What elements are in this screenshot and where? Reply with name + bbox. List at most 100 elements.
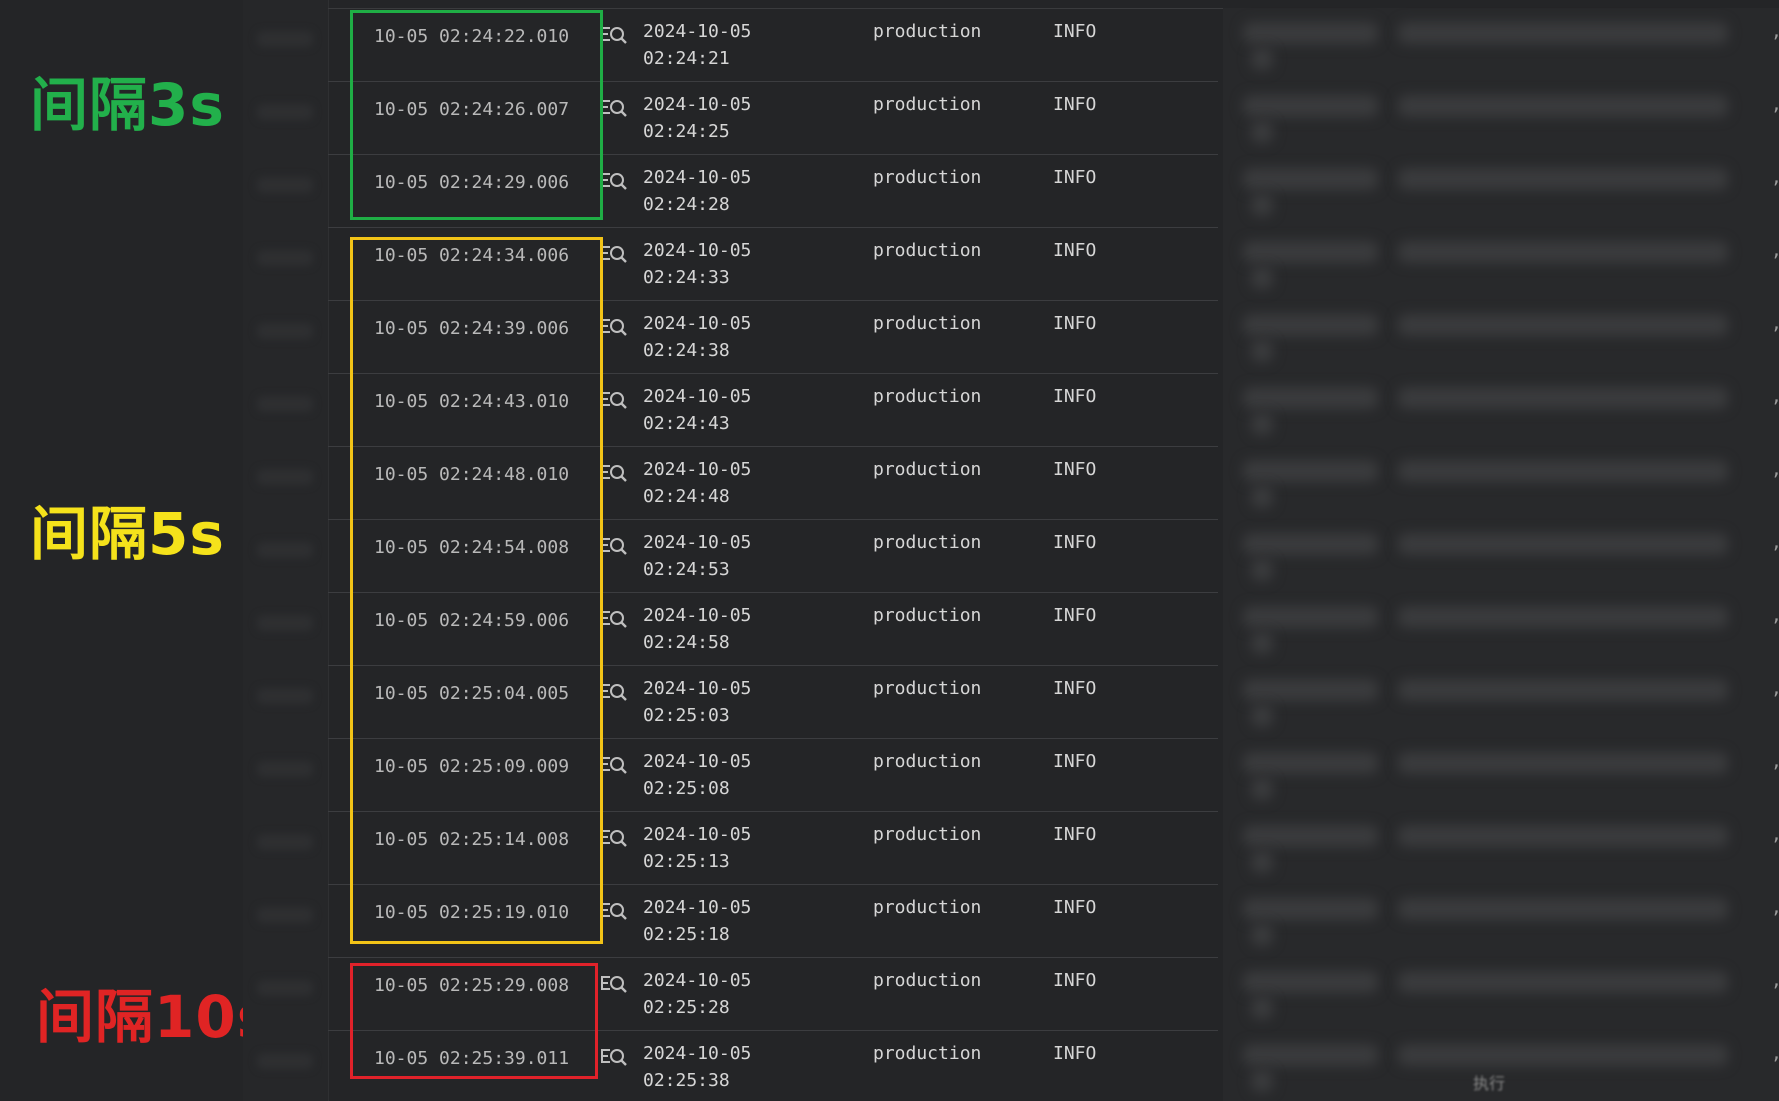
log-level: INFO — [1053, 532, 1097, 553]
log-timestamp: 10-05 02:25:29.008 — [374, 975, 570, 996]
search-detail-icon[interactable] — [600, 534, 628, 558]
log-table: 执行 10-05 02:24:22.010 2024-10-05 02:24:21 p… — [243, 0, 1779, 1101]
log-date: 2024-10-05 — [643, 824, 752, 845]
log-level: INFO — [1053, 970, 1097, 991]
log-date: 2024-10-05 — [643, 94, 752, 115]
table-row[interactable]: 10-05 02:25:29.008 2024-10-05 02:25:28 prod… — [328, 958, 1779, 1031]
log-datetime: 2024-10-05 02:25:08 — [643, 748, 751, 802]
trailing-comma: , — [1771, 240, 1779, 261]
trailing-comma: , — [1771, 897, 1779, 918]
trailing-comma: , — [1771, 94, 1779, 115]
interval-label-10s: 间隔10s — [36, 983, 273, 1051]
log-level: INFO — [1053, 21, 1097, 42]
log-datetime: 2024-10-05 02:24:25 — [643, 91, 751, 145]
log-date: 2024-10-05 — [643, 240, 752, 261]
table-row[interactable]: 10-05 02:24:22.010 2024-10-05 02:24:21 prod… — [328, 9, 1779, 82]
log-timestamp: 10-05 02:24:29.006 — [374, 172, 570, 193]
table-row[interactable]: 10-05 02:25:19.010 2024-10-05 02:25:18 prod… — [328, 885, 1779, 958]
blurred-cell — [257, 323, 313, 339]
log-level: INFO — [1053, 459, 1097, 480]
log-environment: production — [873, 94, 982, 115]
annotated-log-screenshot: 间隔3s 间隔5s 间隔10s 执行 10-05 02:24:22.010 202… — [0, 0, 1779, 1101]
table-row[interactable]: 10-05 02:25:14.008 2024-10-05 02:25:13 prod… — [328, 812, 1779, 885]
table-row[interactable]: 10-05 02:24:54.008 2024-10-05 02:24:53 prod… — [328, 520, 1779, 593]
trailing-comma: , — [1771, 459, 1779, 480]
log-time: 02:24:38 — [643, 340, 730, 361]
search-detail-icon[interactable] — [600, 680, 628, 704]
log-time: 02:25:03 — [643, 705, 730, 726]
log-level: INFO — [1053, 94, 1097, 115]
blurred-cell — [257, 542, 313, 558]
log-datetime: 2024-10-05 02:24:38 — [643, 310, 751, 364]
log-datetime: 2024-10-05 02:24:53 — [643, 529, 751, 583]
search-detail-icon[interactable] — [600, 972, 628, 996]
table-row[interactable]: 10-05 02:25:39.011 2024-10-05 02:25:38 prod… — [328, 1031, 1779, 1101]
log-level: INFO — [1053, 1043, 1097, 1064]
log-datetime: 2024-10-05 02:24:43 — [643, 383, 751, 437]
search-detail-icon[interactable] — [600, 899, 628, 923]
log-level: INFO — [1053, 897, 1097, 918]
log-environment: production — [873, 897, 982, 918]
log-timestamp: 10-05 02:25:19.010 — [374, 902, 570, 923]
log-date: 2024-10-05 — [643, 459, 752, 480]
table-row[interactable]: 10-05 02:24:34.006 2024-10-05 02:24:33 prod… — [328, 228, 1779, 301]
search-detail-icon[interactable] — [600, 242, 628, 266]
search-detail-icon[interactable] — [600, 96, 628, 120]
log-datetime: 2024-10-05 02:25:18 — [643, 894, 751, 948]
search-detail-icon[interactable] — [600, 826, 628, 850]
log-time: 02:24:28 — [643, 194, 730, 215]
table-row[interactable]: 10-05 02:25:04.005 2024-10-05 02:25:03 prod… — [328, 666, 1779, 739]
search-detail-icon[interactable] — [600, 169, 628, 193]
log-datetime: 2024-10-05 02:24:33 — [643, 237, 751, 291]
trailing-comma: , — [1771, 386, 1779, 407]
search-detail-icon[interactable] — [600, 315, 628, 339]
log-datetime: 2024-10-05 02:24:21 — [643, 18, 751, 72]
table-row[interactable]: 10-05 02:24:39.006 2024-10-05 02:24:38 prod… — [328, 301, 1779, 374]
log-time: 02:25:08 — [643, 778, 730, 799]
log-timestamp: 10-05 02:24:48.010 — [374, 464, 570, 485]
blurred-cell — [257, 31, 313, 47]
log-date: 2024-10-05 — [643, 386, 752, 407]
table-row[interactable]: 10-05 02:24:48.010 2024-10-05 02:24:48 prod… — [328, 447, 1779, 520]
search-detail-icon[interactable] — [600, 1045, 628, 1069]
log-environment: production — [873, 751, 982, 772]
log-timestamp: 10-05 02:24:43.010 — [374, 391, 570, 412]
blurred-cell — [257, 1053, 313, 1069]
table-row[interactable]: 10-05 02:24:59.006 2024-10-05 02:24:58 prod… — [328, 593, 1779, 666]
log-environment: production — [873, 970, 982, 991]
search-detail-icon[interactable] — [600, 461, 628, 485]
log-date: 2024-10-05 — [643, 970, 752, 991]
search-detail-icon[interactable] — [600, 388, 628, 412]
interval-label-5s: 间隔5s — [30, 500, 225, 568]
log-environment: production — [873, 313, 982, 334]
log-environment: production — [873, 678, 982, 699]
blurred-cell — [257, 615, 313, 631]
table-row[interactable]: 10-05 02:24:26.007 2024-10-05 02:24:25 prod… — [328, 82, 1779, 155]
log-datetime: 2024-10-05 02:24:58 — [643, 602, 751, 656]
table-row[interactable]: 10-05 02:24:43.010 2024-10-05 02:24:43 prod… — [328, 374, 1779, 447]
log-environment: production — [873, 240, 982, 261]
search-detail-icon[interactable] — [600, 607, 628, 631]
log-time: 02:24:21 — [643, 48, 730, 69]
log-timestamp: 10-05 02:25:14.008 — [374, 829, 570, 850]
log-environment: production — [873, 167, 982, 188]
log-time: 02:24:53 — [643, 559, 730, 580]
log-timestamp: 10-05 02:25:09.009 — [374, 756, 570, 777]
log-time: 02:25:13 — [643, 851, 730, 872]
log-time: 02:24:25 — [643, 121, 730, 142]
blurred-cell — [257, 396, 313, 412]
search-detail-icon[interactable] — [600, 753, 628, 777]
table-row[interactable]: 10-05 02:25:09.009 2024-10-05 02:25:08 prod… — [328, 739, 1779, 812]
trailing-comma: , — [1771, 532, 1779, 553]
blurred-left-column — [243, 0, 329, 1101]
trailing-comma: , — [1771, 313, 1779, 334]
blurred-cell — [257, 104, 313, 120]
log-environment: production — [873, 386, 982, 407]
log-environment: production — [873, 824, 982, 845]
trailing-comma: , — [1771, 1043, 1779, 1064]
log-level: INFO — [1053, 240, 1097, 261]
log-datetime: 2024-10-05 02:24:28 — [643, 164, 751, 218]
search-detail-icon[interactable] — [600, 23, 628, 47]
blurred-cell — [257, 688, 313, 704]
table-row[interactable]: 10-05 02:24:29.006 2024-10-05 02:24:28 prod… — [328, 155, 1779, 228]
